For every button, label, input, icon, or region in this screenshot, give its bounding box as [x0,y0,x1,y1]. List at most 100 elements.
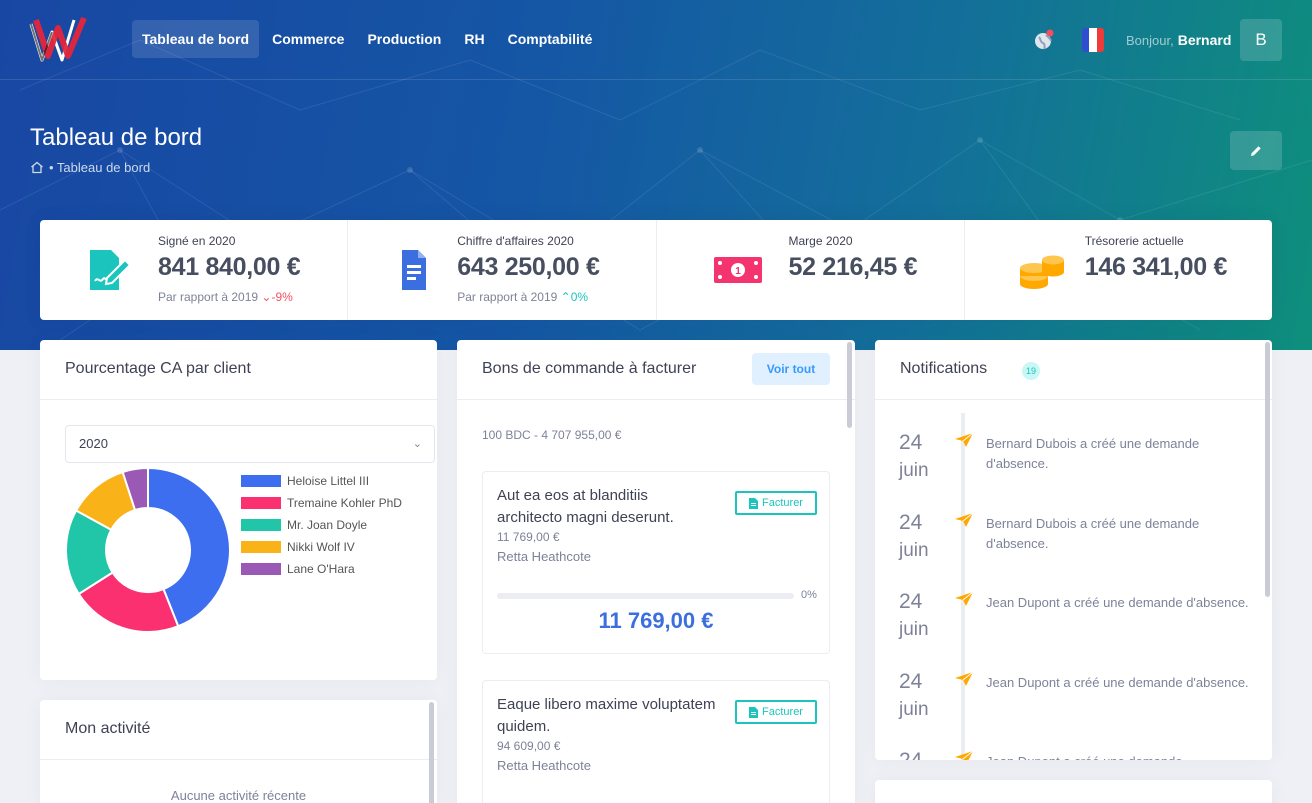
year-select[interactable]: 2020 ⌄ [65,425,435,463]
invoice-label: Facturer [762,497,803,509]
nav-commerce[interactable]: Commerce [262,20,354,58]
card-title: Notifications [900,360,988,377]
kpi-comparison: Par rapport à 2019 ⌄-9% [158,290,293,304]
edit-button[interactable] [1230,131,1282,170]
notification-day: 24 [899,431,923,454]
progress-bar [497,593,794,599]
kpi-value: 146 341,00 € [1084,253,1228,281]
notification-month: juin [899,539,929,561]
legend-label: Heloise Littel III [287,474,370,488]
user-greeting[interactable]: Bonjour, Bernard [1126,32,1231,48]
notification-text: Jean Dupont a créé une demande d'absence… [986,595,1249,610]
coins-icon [1019,255,1064,289]
chevron-down-icon: ⌄ [412,438,422,450]
card-header: Pourcentage CA par client [40,340,437,400]
legend-item[interactable]: Heloise Littel III [241,470,402,492]
order-total: 11 769,00 € [598,608,714,633]
notification-month: juin [899,460,929,481]
notification-text: Jean Dupont a créé une demande d'absence… [986,674,1249,690]
kpi-compare-text: Par rapport à 2019 [158,290,259,304]
legend-item[interactable]: Mr. Joan Doyle [241,514,402,536]
legend-label: Tremaine Kohler PhD [287,496,402,510]
pencil-icon [1251,145,1261,156]
scrollbar[interactable] [1265,342,1270,597]
document-icon [749,497,759,509]
kpi-delta: 0% [570,290,589,304]
svg-text:1: 1 [735,266,741,277]
empty-state: Aucune activité récente [170,788,307,803]
kpi-value: 643 250,00 € [457,253,600,281]
order-title: Aut ea eos at blanditiis architecto magn… [497,487,674,526]
view-all-button[interactable]: Voir tout [752,353,830,385]
nav-tableau-de-bord[interactable]: Tableau de bord [132,20,260,58]
order-item[interactable]: Eaque libero maxime voluptatem quidem. 9… [482,680,830,803]
progress-label: 0% [801,589,817,601]
paper-plane-icon [955,671,974,686]
kpi-label: Chiffre d'affaires 2020 [457,234,574,248]
signed-document-icon [90,250,132,290]
kpi-value: 52 216,45 € [788,253,918,281]
notification-item[interactable]: 24juinJean Dupont a créé une demande [875,745,1265,760]
legend-item[interactable]: Lane O'Hara [241,558,402,580]
paper-plane-icon [955,432,974,447]
chart-legend: Heloise Littel III Tremaine Kohler PhD Mr.… [241,470,402,580]
notification-day: 24 [899,745,922,760]
notification-item[interactable]: 24 juin Jean Dupont a créé une demande d'a… [875,666,1265,746]
order-amount: 94 609,00 € [497,739,561,753]
kpi-label: Signé en 2020 [158,234,236,248]
donut-chart [65,467,231,633]
notification-day: 24 [899,510,923,534]
legend-item[interactable]: Nikki Wolf IV [241,536,402,558]
kpi-treasury: Trésorerie actuelle 146 341,00 € [965,220,1272,320]
notification-month: juin [899,619,929,640]
nav-comptabilite[interactable]: Comptabilité [498,20,603,58]
user-name: Bernard [1177,32,1232,48]
notification-text: Jean Dupont a créé une demande [986,752,1251,760]
invoice-button[interactable]: Facturer [735,700,817,724]
scrollbar[interactable] [429,702,434,803]
card-title: Mon activité [65,720,151,737]
nav-rh[interactable]: RH [454,20,494,58]
legend-swatch [241,475,281,487]
card-header: Bons de commande à facturer Voir tout [457,340,855,400]
app-logo[interactable] [28,14,92,66]
scrollbar[interactable] [847,342,852,428]
globe-icon[interactable] [1033,29,1055,51]
home-icon[interactable] [30,161,44,174]
year-select-value: 2020 [79,436,108,451]
card-title: Pourcentage CA par client [65,360,251,377]
notification-item[interactable]: 24 juin Bernard Dubois a créé une demande … [875,427,1265,507]
document-icon [402,250,427,290]
notification-day: 24 [899,669,923,693]
kpi-compare-text: Par rapport à 2019 [457,290,558,304]
legend-label: Lane O'Hara [287,562,355,576]
kpi-margin: 1 Marge 2020 52 216,45 € [657,220,965,320]
banknote-icon: 1 [713,257,762,283]
card-header: Mon activité [40,700,437,760]
nav-production[interactable]: Production [357,20,451,58]
kpi-label: Trésorerie actuelle [1084,234,1184,248]
order-item[interactable]: Aut ea eos at blanditiis architecto magn… [482,471,830,654]
avatar[interactable]: B [1240,19,1282,61]
order-client: Retta Heathcote [497,758,591,773]
trend-up-icon: ⌃ [560,290,571,304]
kpi-signed: Signé en 2020 841 840,00 € Par rapport à… [40,220,349,320]
notification-count-badge: 19 [1022,362,1040,380]
kpi-label: Marge 2020 [788,234,853,248]
invoice-button[interactable]: Facturer [735,491,817,515]
notification-item[interactable]: 24 juin Bernard Dubois a créé une demande … [875,507,1265,587]
notification-item[interactable]: 24 juin Jean Dupont a créé une demande d'a… [875,586,1265,666]
paper-plane-icon [955,512,974,527]
document-icon [749,706,759,718]
fr-flag-icon[interactable] [1082,28,1104,52]
legend-swatch [241,519,281,531]
notification-text: Bernard Dubois a créé une demande d'abse… [986,436,1200,471]
paper-plane-icon [955,591,974,606]
top-navbar: Tableau de bord Commerce Production RH C… [0,0,1312,80]
kpi-value: 841 840,00 € [158,253,301,281]
client-revenue-card: Pourcentage CA par client 2020 ⌄ Heloise… [40,340,437,680]
legend-item[interactable]: Tremaine Kohler PhD [241,492,402,514]
order-client: Retta Heathcote [497,549,591,564]
legend-swatch [241,497,281,509]
greeting-label: Bonjour, [1126,33,1174,48]
